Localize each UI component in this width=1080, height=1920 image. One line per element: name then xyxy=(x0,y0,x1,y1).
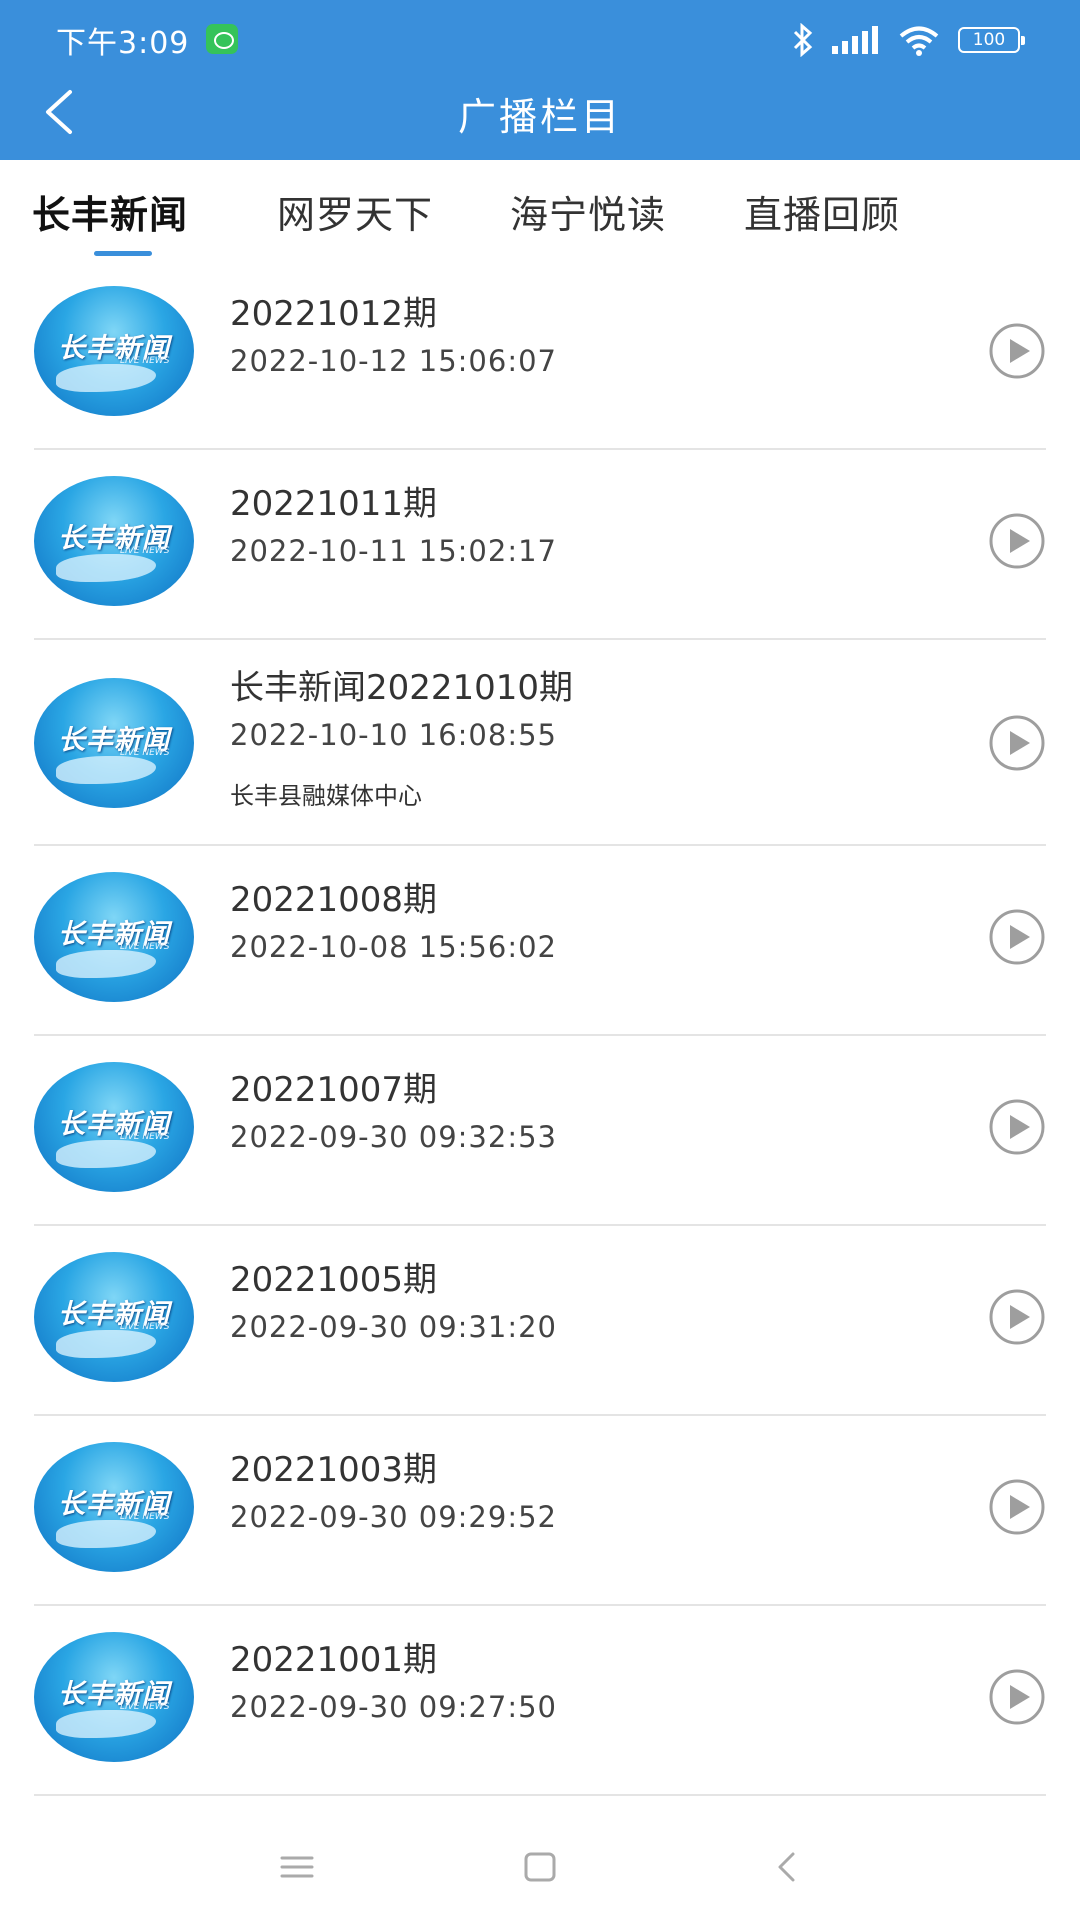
item-time: 2022-10-12 15:06:07 xyxy=(230,344,557,378)
news-thumbnail: 长丰新闻 LIVE NEWS xyxy=(34,678,194,808)
list-item[interactable]: 长丰新闻 LIVE NEWS 20221003期 2022-09-30 09:29… xyxy=(34,1416,1046,1606)
bluetooth-icon xyxy=(793,23,813,57)
list-item[interactable]: 长丰新闻 LIVE NEWS 20221012期 2022-10-12 15:06… xyxy=(34,260,1046,450)
status-time: 下午3:09 xyxy=(56,26,190,61)
play-icon[interactable] xyxy=(988,1098,1046,1156)
news-thumbnail: 长丰新闻 LIVE NEWS xyxy=(34,1252,194,1382)
news-thumbnail: 长丰新闻 LIVE NEWS xyxy=(34,286,194,416)
item-time: 2022-10-11 15:02:17 xyxy=(230,534,557,568)
play-icon[interactable] xyxy=(988,714,1046,772)
tab-world-news[interactable]: 网罗天下 xyxy=(277,184,433,239)
play-icon[interactable] xyxy=(988,512,1046,570)
news-thumbnail: 长丰新闻 LIVE NEWS xyxy=(34,872,194,1002)
app-header: 下午3:09 100 广播栏目 xyxy=(0,0,1080,160)
item-time: 2022-10-08 15:56:02 xyxy=(230,930,557,964)
battery-icon: 100 xyxy=(958,27,1025,53)
tab-haining-reading[interactable]: 海宁悦读 xyxy=(510,184,666,239)
item-title: 20221003期 xyxy=(230,1450,438,1490)
play-icon[interactable] xyxy=(988,908,1046,966)
item-time: 2022-09-30 09:29:52 xyxy=(230,1500,557,1534)
signal-icon xyxy=(832,26,878,54)
play-icon[interactable] xyxy=(988,322,1046,380)
tab-live-review[interactable]: 直播回顾 xyxy=(744,184,900,239)
item-title: 20221012期 xyxy=(230,294,438,334)
item-time: 2022-10-10 16:08:55 xyxy=(230,718,557,752)
status-icons: 100 xyxy=(792,20,1025,60)
list-item[interactable]: 长丰新闻 LIVE NEWS 长丰新闻20221010期 2022-10-10 1… xyxy=(34,640,1046,846)
news-thumbnail: 长丰新闻 LIVE NEWS xyxy=(34,1632,194,1762)
broadcast-list: 长丰新闻 LIVE NEWS 20221012期 2022-10-12 15:06… xyxy=(0,260,1080,1796)
list-item[interactable]: 长丰新闻 LIVE NEWS 20221008期 2022-10-08 15:56… xyxy=(34,846,1046,1036)
tab-indicator xyxy=(94,251,152,256)
wechat-notification-icon xyxy=(206,24,238,54)
system-nav-bar xyxy=(0,1812,1080,1920)
item-time: 2022-09-30 09:27:50 xyxy=(230,1690,557,1724)
item-title: 20221008期 xyxy=(230,880,438,920)
list-item[interactable]: 长丰新闻 LIVE NEWS 20221005期 2022-09-30 09:31… xyxy=(34,1226,1046,1416)
list-item[interactable]: 长丰新闻 LIVE NEWS 20221011期 2022-10-11 15:02… xyxy=(34,450,1046,640)
item-title: 20221011期 xyxy=(230,484,438,524)
news-thumbnail: 长丰新闻 LIVE NEWS xyxy=(34,1062,194,1192)
back-nav-icon[interactable] xyxy=(762,1842,812,1892)
item-time: 2022-09-30 09:32:53 xyxy=(230,1120,557,1154)
list-item[interactable]: 长丰新闻 LIVE NEWS 20221007期 2022-09-30 09:32… xyxy=(34,1036,1046,1226)
item-author: 长丰县融媒体中心 xyxy=(230,782,422,810)
home-icon[interactable] xyxy=(515,1842,565,1892)
play-icon[interactable] xyxy=(988,1288,1046,1346)
wifi-icon xyxy=(899,26,939,56)
item-title: 20221005期 xyxy=(230,1260,438,1300)
menu-icon[interactable] xyxy=(272,1842,322,1892)
play-icon[interactable] xyxy=(988,1668,1046,1726)
item-title: 20221001期 xyxy=(230,1640,438,1680)
news-thumbnail: 长丰新闻 LIVE NEWS xyxy=(34,1442,194,1572)
tab-changfeng-news[interactable]: 长丰新闻 xyxy=(32,184,188,239)
news-thumbnail: 长丰新闻 LIVE NEWS xyxy=(34,476,194,606)
item-title: 长丰新闻20221010期 xyxy=(230,668,574,708)
item-time: 2022-09-30 09:31:20 xyxy=(230,1310,557,1344)
status-bar: 下午3:09 100 xyxy=(0,0,1080,80)
play-icon[interactable] xyxy=(988,1478,1046,1536)
page-title: 广播栏目 xyxy=(457,95,622,139)
tab-bar: 长丰新闻 网罗天下 海宁悦读 直播回顾 xyxy=(0,160,1080,260)
list-item[interactable]: 长丰新闻 LIVE NEWS 20221001期 2022-09-30 09:27… xyxy=(34,1606,1046,1796)
item-title: 20221007期 xyxy=(230,1070,438,1110)
